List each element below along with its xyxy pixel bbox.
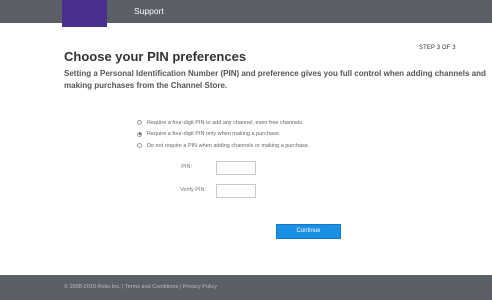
verify-pin-input[interactable] xyxy=(216,184,256,198)
step-indicator: STEP 3 OF 3 xyxy=(419,45,456,51)
pin-option-label: Do not require a PIN when adding channel… xyxy=(147,142,310,149)
copyright-text: © 2008-2010 Roku Inc. xyxy=(64,284,121,290)
radio-button[interactable] xyxy=(137,120,142,126)
pin-option-purchase-only[interactable]: Require a four-digit PIN only when makin… xyxy=(137,129,309,141)
pin-option-all-channels[interactable]: Require a four-digit PIN to add any chan… xyxy=(137,117,309,129)
nav-support-link[interactable]: Support xyxy=(134,6,164,17)
footer-bar: © 2008-2010 Roku Inc. | Terms and Condit… xyxy=(0,275,492,300)
verify-pin-label: Verify PIN: xyxy=(180,187,206,193)
page-title: Choose your PIN preferences xyxy=(64,49,247,64)
radio-button-selected[interactable] xyxy=(137,131,142,137)
pin-option-label: Require a four-digit PIN to add any chan… xyxy=(147,119,304,126)
pin-input[interactable] xyxy=(216,161,256,175)
pin-preference-options: Require a four-digit PIN to add any chan… xyxy=(137,117,309,152)
pin-label: PIN: xyxy=(181,164,192,170)
page-description: Setting a Personal Identification Number… xyxy=(64,69,486,90)
radio-button[interactable] xyxy=(137,143,142,149)
pin-option-no-pin[interactable]: Do not require a PIN when adding channel… xyxy=(137,140,309,152)
terms-link[interactable]: Terms and Conditions xyxy=(125,284,178,290)
pin-option-label: Require a four-digit PIN only when makin… xyxy=(147,131,281,138)
privacy-link[interactable]: Privacy Policy xyxy=(183,284,217,290)
continue-button[interactable]: Continue xyxy=(276,224,341,239)
brand-logo[interactable] xyxy=(62,0,107,27)
footer-text: © 2008-2010 Roku Inc. | Terms and Condit… xyxy=(64,284,217,291)
